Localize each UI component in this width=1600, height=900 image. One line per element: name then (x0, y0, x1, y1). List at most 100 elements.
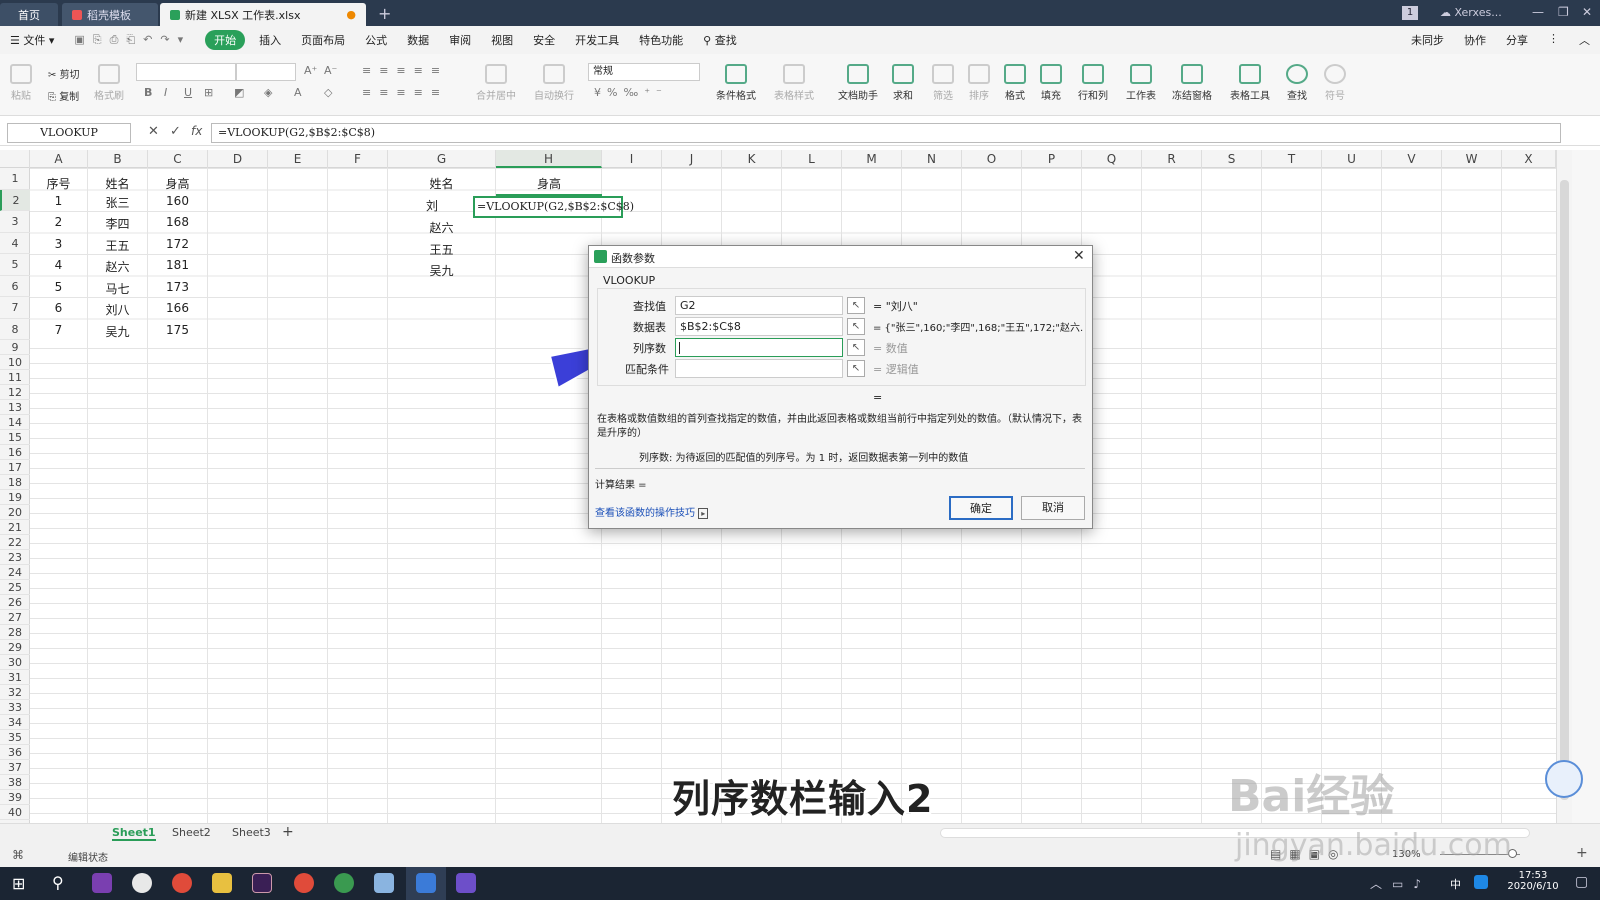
minimize-icon[interactable]: — (1532, 5, 1544, 19)
tips-link[interactable]: 查看该函数的操作技巧 ▸ (595, 504, 709, 519)
menu-page-layout[interactable]: 页面布局 (291, 32, 355, 48)
sync-status[interactable]: 未同步 (1401, 32, 1454, 48)
row-header[interactable]: 30 (0, 655, 30, 670)
clock[interactable]: 17:53 2020/6/10 (1505, 870, 1561, 892)
row-header[interactable]: 39 (0, 790, 30, 805)
column-header[interactable]: N (902, 150, 962, 168)
row-header[interactable]: 16 (0, 445, 30, 460)
ok-button[interactable]: 确定 (949, 496, 1013, 520)
onenote-icon[interactable] (92, 873, 112, 893)
maximize-icon[interactable]: ❐ (1558, 5, 1569, 19)
menu-review[interactable]: 审阅 (439, 32, 481, 48)
row-header[interactable]: 6 (0, 276, 30, 297)
table-cell[interactable]: 3 (30, 237, 87, 251)
table-cell[interactable]: 181 (148, 258, 207, 272)
lookup-cell[interactable]: 赵六 (388, 219, 495, 236)
column-header[interactable]: U (1322, 150, 1382, 168)
notification-icon[interactable]: ▢ (1575, 874, 1588, 890)
formula-input[interactable]: =VLOOKUP(G2,$B$2:$C$8) (211, 123, 1561, 143)
menu-insert[interactable]: 插入 (249, 32, 291, 48)
insert-function-icon[interactable]: fx (191, 124, 202, 138)
menu-search[interactable]: ⚲ 查找 (693, 32, 747, 48)
column-header[interactable]: Q (1082, 150, 1142, 168)
table-cell[interactable]: 吴九 (88, 323, 147, 340)
column-header[interactable]: O (962, 150, 1022, 168)
lookup-cell[interactable]: 吴九 (388, 262, 495, 279)
range-picker-icon[interactable]: ↖ (847, 360, 865, 377)
range-picker-icon[interactable]: ↖ (847, 339, 865, 356)
header-cell[interactable]: 姓名 (88, 175, 147, 192)
table-cell[interactable]: 5 (30, 280, 87, 294)
row-header[interactable]: 40 (0, 805, 30, 820)
assistant-avatar-icon[interactable] (1545, 760, 1583, 798)
scroll-thumb[interactable] (1560, 180, 1569, 800)
window-count-badge[interactable]: 1 (1402, 6, 1418, 20)
dialog-titlebar[interactable]: 函数参数 ✕ (589, 246, 1092, 268)
table-tools-button[interactable]: 表格工具 (1230, 64, 1270, 102)
table-cell[interactable]: 2 (30, 215, 87, 229)
column-header[interactable]: B (88, 150, 148, 168)
worksheet-button[interactable]: 工作表 (1126, 64, 1156, 102)
search-icon[interactable]: ⚲ (52, 873, 64, 892)
row-header[interactable]: 8 (0, 319, 30, 340)
row-header-selected[interactable]: 2 (0, 189, 30, 211)
more-icon[interactable]: ⋮ (1538, 32, 1569, 48)
range-picker-icon[interactable]: ↖ (847, 318, 865, 335)
ime-indicator[interactable]: 中 (1450, 876, 1461, 892)
lookup-header-name[interactable]: 姓名 (388, 175, 495, 192)
wps-writer-icon[interactable] (416, 873, 436, 893)
fill-color-icon[interactable]: ◩ (234, 86, 244, 99)
row-header[interactable]: 9 (0, 340, 30, 355)
lookup-header-height[interactable]: 身高 (496, 175, 602, 196)
cancel-button[interactable]: 取消 (1021, 496, 1085, 520)
row-header[interactable]: 11 (0, 370, 30, 385)
column-header[interactable]: T (1262, 150, 1322, 168)
column-header[interactable]: I (602, 150, 662, 168)
menu-home[interactable]: 开始 (205, 30, 246, 50)
collaborate-button[interactable]: 协作 (1454, 32, 1496, 48)
row-header[interactable]: 5 (0, 254, 30, 276)
sum-button[interactable]: 求和 (892, 64, 914, 102)
row-header[interactable]: 18 (0, 475, 30, 490)
row-header[interactable]: 22 (0, 535, 30, 550)
menu-security[interactable]: 安全 (523, 32, 565, 48)
font-size-select[interactable] (236, 63, 296, 81)
sheet-tab[interactable]: Sheet2 (172, 826, 211, 839)
new-tab-button[interactable]: + (378, 4, 391, 23)
row-header[interactable]: 10 (0, 355, 30, 370)
align-horizontal-icons[interactable]: ≡≡≡≡≡ (362, 86, 448, 99)
column-header[interactable]: F (328, 150, 388, 168)
name-box[interactable]: VLOOKUP (7, 123, 131, 143)
row-header[interactable]: 32 (0, 685, 30, 700)
row-header[interactable]: 25 (0, 580, 30, 595)
col-index-input[interactable] (675, 338, 843, 357)
fill-button[interactable]: 填充 (1040, 64, 1062, 102)
table-cell[interactable]: 1 (30, 194, 87, 208)
border-icon[interactable]: ⊞ (204, 86, 213, 99)
row-header[interactable]: 19 (0, 490, 30, 505)
chrome-icon[interactable] (334, 873, 354, 893)
range-picker-icon[interactable]: ↖ (847, 297, 865, 314)
row-col-button[interactable]: 行和列 (1078, 64, 1108, 102)
column-header[interactable]: R (1142, 150, 1202, 168)
row-header[interactable]: 34 (0, 715, 30, 730)
table-style-button[interactable]: 表格样式 (774, 64, 814, 102)
column-header[interactable]: C (148, 150, 208, 168)
video-player-icon[interactable] (456, 873, 476, 893)
merge-center-button[interactable]: 合并居中 (476, 64, 516, 102)
tray-icons[interactable]: ︿▭♪ (1370, 875, 1431, 892)
number-format-select[interactable]: 常规 (588, 63, 700, 81)
user-account[interactable]: ☁ Xerxes... (1440, 6, 1502, 19)
format-painter-button[interactable]: 格式刷 (94, 64, 124, 102)
column-header[interactable]: K (722, 150, 782, 168)
tab-home[interactable]: 首页 (0, 3, 58, 26)
table-cell[interactable]: 173 (148, 280, 207, 294)
column-header[interactable]: V (1382, 150, 1442, 168)
underline-icon[interactable]: U (184, 86, 192, 99)
collapse-ribbon-icon[interactable]: ︿ (1569, 32, 1600, 48)
find-button[interactable]: 查找 (1286, 64, 1308, 102)
column-header[interactable]: G (388, 150, 496, 168)
table-cell[interactable]: 张三 (88, 194, 147, 211)
header-cell[interactable]: 序号 (30, 175, 87, 192)
notepad-icon[interactable] (374, 873, 394, 893)
